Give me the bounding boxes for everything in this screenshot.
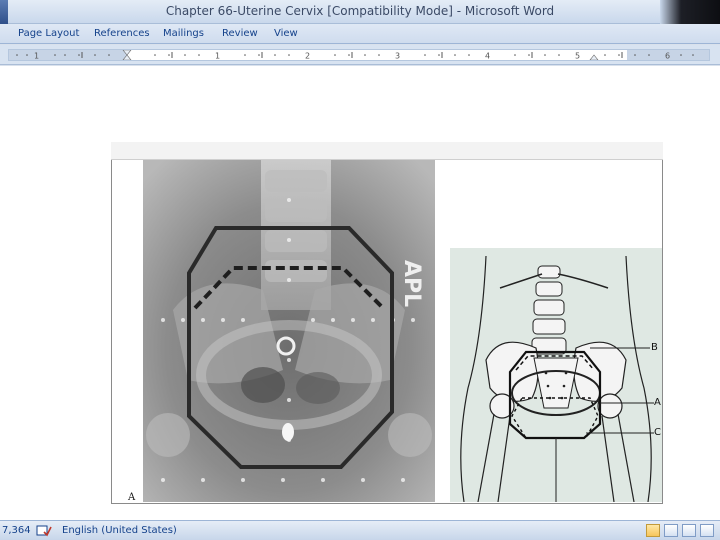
first-line-indent-marker[interactable] <box>122 50 132 56</box>
print-layout-view-icon[interactable] <box>646 524 660 537</box>
window-controls[interactable] <box>660 0 720 24</box>
tab-review[interactable]: Review <box>222 28 258 39</box>
ruler-area: 1 1 2 3 4 5 6 <box>0 45 720 65</box>
ruler-number: 4 <box>485 52 490 61</box>
tab-view[interactable]: View <box>274 28 298 39</box>
tab-mailings[interactable]: Mailings <box>163 28 204 39</box>
web-layout-view-icon[interactable] <box>682 524 696 537</box>
status-bar: 7,364 English (United States) <box>0 520 720 540</box>
ruler-number: 5 <box>575 52 580 61</box>
tab-page-layout[interactable]: Page Layout <box>18 28 79 39</box>
ruler-ticks: 1 1 2 3 4 5 6 <box>16 50 694 61</box>
hanging-indent-marker[interactable] <box>122 54 132 60</box>
diagram-label-a: A <box>654 397 661 408</box>
figure-panel-letter: A <box>128 492 136 503</box>
ribbon-tabs: Page Layout References Mailings Review V… <box>0 24 720 44</box>
horizontal-ruler[interactable]: 1 1 2 3 4 5 6 <box>8 49 710 61</box>
diagram-label-b: B <box>651 342 658 353</box>
ruler-number: 6 <box>665 52 670 61</box>
ruler-number: 3 <box>395 52 400 61</box>
full-screen-reading-icon[interactable] <box>664 524 678 537</box>
window-title: Chapter 66-Uterine Cervix [Compatibility… <box>165 4 555 18</box>
pelvis-diagram <box>450 248 662 502</box>
xray-side-label: APL <box>399 260 424 307</box>
language-indicator[interactable]: English (United States) <box>62 525 177 536</box>
pelvic-xray-image: APL <box>143 160 435 502</box>
ruler-number: 2 <box>305 52 310 61</box>
ruler-number: 1 <box>215 52 220 61</box>
word-count[interactable]: 7,364 <box>2 525 31 536</box>
tab-references[interactable]: References <box>94 28 150 39</box>
right-indent-marker[interactable] <box>589 54 599 60</box>
proofing-icon[interactable] <box>36 524 52 540</box>
figure-header-strip <box>111 142 663 160</box>
ruler-number: 1 <box>34 52 39 61</box>
diagram-label-c: C <box>654 427 661 438</box>
title-bar: Chapter 66-Uterine Cervix [Compatibility… <box>0 0 720 24</box>
outline-view-icon[interactable] <box>700 524 714 537</box>
